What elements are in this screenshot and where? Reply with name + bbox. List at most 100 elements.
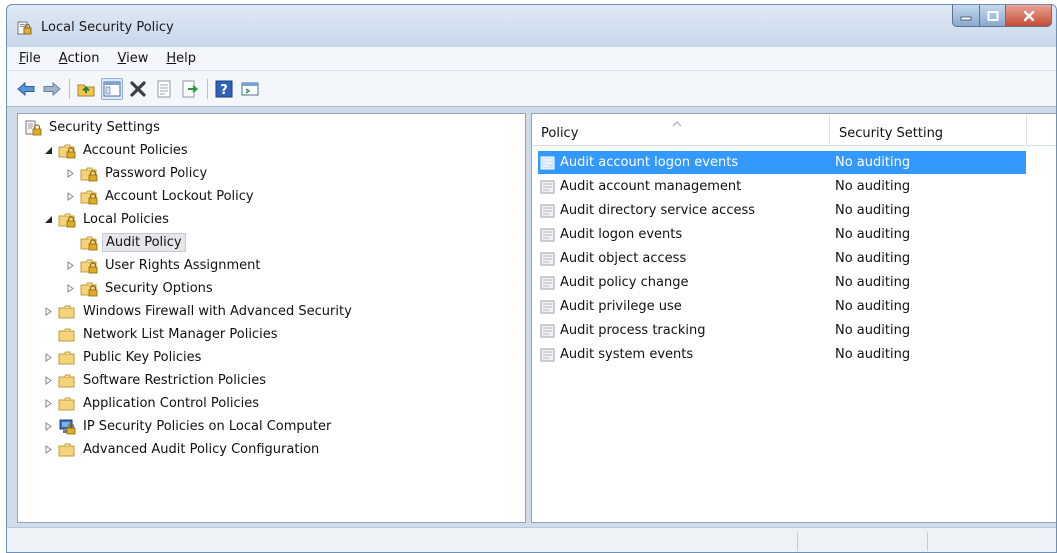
toolbar-separator <box>69 78 70 99</box>
policy-item-icon <box>540 179 556 195</box>
properties-button[interactable] <box>153 78 175 100</box>
policy-setting: No auditing <box>835 275 911 290</box>
policy-setting: No auditing <box>835 323 911 338</box>
policy-name: Audit logon events <box>560 227 683 242</box>
table-row[interactable]: Audit account logon events No auditing <box>538 151 1026 174</box>
policy-name: Audit policy change <box>560 275 689 290</box>
forward-button[interactable] <box>41 78 63 100</box>
tree-collapsed-icon[interactable] <box>64 260 76 272</box>
tree-item-ip-security-policies-on-local-computer[interactable]: IP Security Policies on Local Computer <box>42 415 334 438</box>
tree-collapsed-icon[interactable] <box>42 352 54 364</box>
maximize-icon <box>987 10 998 21</box>
policy-setting: No auditing <box>835 299 911 314</box>
tree-item-audit-policy[interactable]: Audit Policy <box>64 231 186 254</box>
details-pane[interactable]: Policy Security Setting Audit account lo… <box>531 113 1056 523</box>
tree-item-public-key-policies[interactable]: Public Key Policies <box>42 346 204 369</box>
tree-item-label: Windows Firewall with Advanced Security <box>83 304 352 319</box>
policy-name: Audit process tracking <box>560 323 706 338</box>
console-button[interactable] <box>239 78 261 100</box>
close-button[interactable] <box>1006 5 1052 27</box>
tree-item-windows-firewall-with-advanced-security[interactable]: Windows Firewall with Advanced Security <box>42 300 355 323</box>
tree-item-user-rights-assignment[interactable]: User Rights Assignment <box>64 254 263 277</box>
table-row[interactable]: Audit account management No auditing <box>538 175 1026 198</box>
tree-collapsed-icon[interactable] <box>64 283 76 295</box>
table-row[interactable]: Audit system events No auditing <box>538 343 1026 366</box>
folder-icon <box>58 304 76 320</box>
policy-setting: No auditing <box>835 347 911 362</box>
policy-name: Audit system events <box>560 347 694 362</box>
column-security-setting[interactable]: Security Setting <box>839 126 943 141</box>
policy-setting: No auditing <box>835 155 911 170</box>
tree-expanded-icon[interactable] <box>42 214 54 226</box>
window-controls <box>952 5 1052 27</box>
status-bar <box>7 527 1056 552</box>
show-hide-tree-button[interactable] <box>101 77 123 100</box>
tree-item-security-options[interactable]: Security Options <box>64 277 216 300</box>
title-bar[interactable]: Local Security Policy <box>7 5 1056 47</box>
status-divider <box>927 532 928 551</box>
tree-item-advanced-audit-policy-configuration[interactable]: Advanced Audit Policy Configuration <box>42 438 322 461</box>
table-row[interactable]: Audit process tracking No auditing <box>538 319 1026 342</box>
tree-item-label: Password Policy <box>105 166 208 181</box>
tree-collapsed-icon[interactable] <box>64 168 76 180</box>
policy-name: Audit privilege use <box>560 299 682 314</box>
tree-item-local-policies[interactable]: Local Policies <box>42 208 172 231</box>
menu-bar: File Action View Help <box>7 47 1056 71</box>
tree-collapsed-icon[interactable] <box>42 375 54 387</box>
policy-item-icon <box>540 347 556 363</box>
tree-collapsed-icon[interactable] <box>64 191 76 203</box>
tree-collapsed-icon[interactable] <box>42 421 54 433</box>
tree-item-account-policies[interactable]: Account Policies <box>42 139 191 162</box>
tree-item-application-control-policies[interactable]: Application Control Policies <box>42 392 262 415</box>
tree-collapsed-icon[interactable] <box>42 306 54 318</box>
tree-item-label: User Rights Assignment <box>105 258 261 273</box>
column-policy[interactable]: Policy <box>541 126 578 141</box>
tree-item-label: Security Settings <box>49 120 160 135</box>
tree-item-label: Account Lockout Policy <box>105 189 254 204</box>
back-button[interactable] <box>15 78 37 100</box>
policy-folder-icon <box>58 212 76 228</box>
policy-setting: No auditing <box>835 203 911 218</box>
policy-folder-icon <box>80 281 98 297</box>
properties-icon <box>157 80 171 97</box>
folder-icon <box>58 373 76 389</box>
tree-collapsed-icon[interactable] <box>42 398 54 410</box>
sort-arrow-icon[interactable] <box>672 116 682 131</box>
folder-icon <box>58 396 76 412</box>
table-row[interactable]: Audit logon events No auditing <box>538 223 1026 246</box>
minimize-button[interactable] <box>952 5 980 27</box>
delete-button[interactable] <box>127 78 149 100</box>
menu-view[interactable]: View <box>109 51 158 66</box>
up-folder-button[interactable] <box>75 78 97 100</box>
menu-file[interactable]: File <box>10 51 50 66</box>
policy-item-icon <box>540 203 556 219</box>
table-row[interactable]: Audit privilege use No auditing <box>538 295 1026 318</box>
policy-name: Audit object access <box>560 251 687 266</box>
menu-action[interactable]: Action <box>50 51 109 66</box>
policy-folder-icon <box>80 189 98 205</box>
table-row[interactable]: Audit directory service access No auditin… <box>538 199 1026 222</box>
tree-item-password-policy[interactable]: Password Policy <box>64 162 210 185</box>
help-button[interactable]: ? <box>213 78 235 100</box>
security-policy-icon <box>17 20 33 36</box>
tree-item-security-settings[interactable]: Security Settings <box>24 116 163 139</box>
menu-help[interactable]: Help <box>157 51 205 66</box>
export-list-icon <box>182 80 199 97</box>
table-row[interactable]: Audit object access No auditing <box>538 247 1026 270</box>
folder-icon <box>58 350 76 366</box>
column-divider[interactable] <box>1026 114 1027 146</box>
policy-folder-icon <box>58 143 76 159</box>
maximize-button[interactable] <box>980 5 1006 27</box>
tree-item-software-restriction-policies[interactable]: Software Restriction Policies <box>42 369 269 392</box>
export-list-button[interactable] <box>179 78 201 100</box>
table-row[interactable]: Audit policy change No auditing <box>538 271 1026 294</box>
column-divider[interactable] <box>829 114 830 146</box>
tree-expanded-icon[interactable] <box>42 145 54 157</box>
minimize-icon <box>960 16 972 20</box>
policy-item-icon <box>540 251 556 267</box>
policy-item-icon <box>540 323 556 339</box>
tree-item-account-lockout-policy[interactable]: Account Lockout Policy <box>64 185 257 208</box>
tree-item-network-list-manager-policies[interactable]: Network List Manager Policies <box>42 323 280 346</box>
tree-collapsed-icon[interactable] <box>42 444 54 456</box>
tree-pane[interactable]: Security Settings Account Policies Passwor… <box>17 113 526 523</box>
